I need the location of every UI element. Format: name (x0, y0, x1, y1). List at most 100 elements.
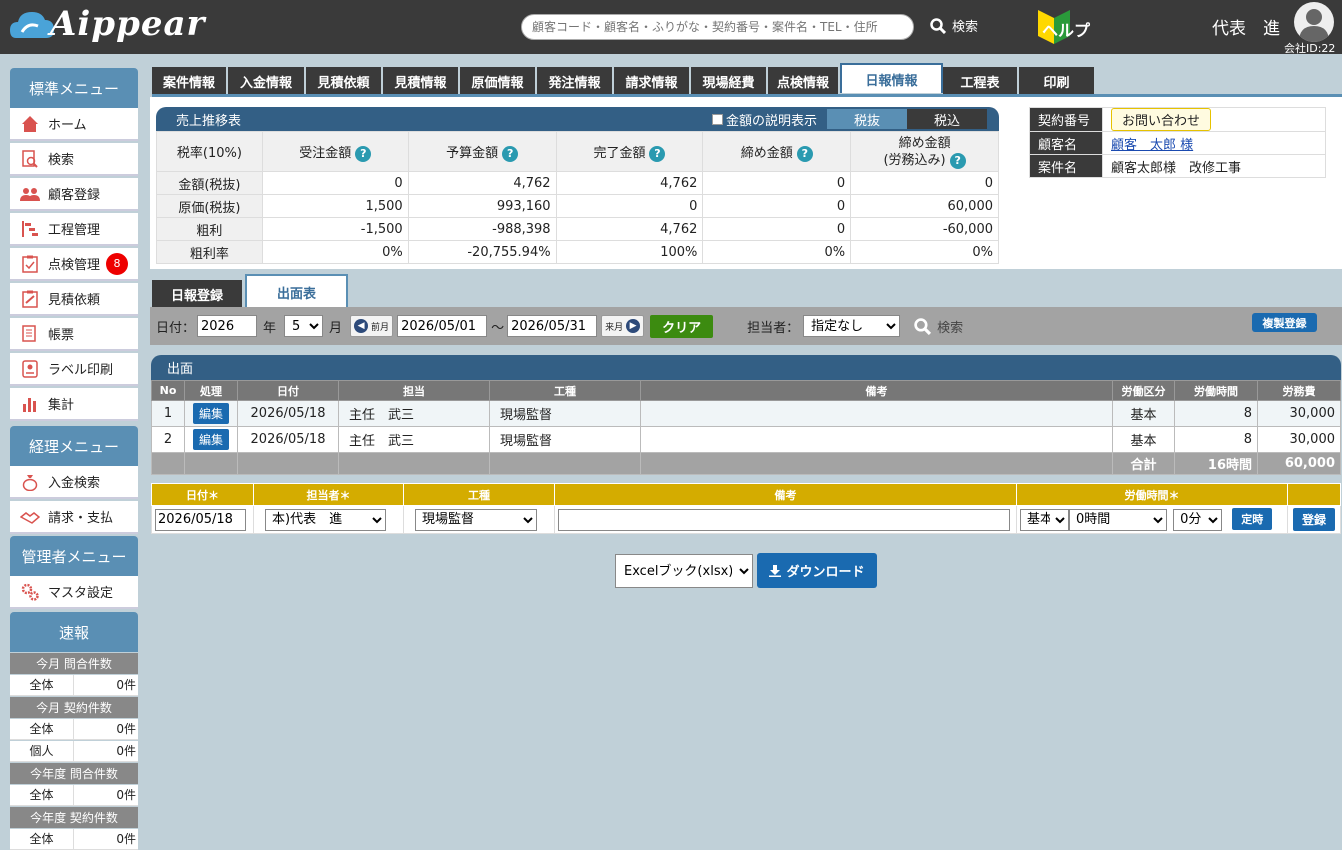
app-logo-text[interactable]: Aippear (50, 4, 205, 44)
tab-inspection-info[interactable]: 点検情報 (768, 67, 840, 95)
empty-cell (151, 452, 185, 475)
sidebar-item-customer-register[interactable]: 顧客登録 (10, 178, 138, 211)
cell: -20,755.94% (407, 240, 557, 264)
customer-cell: 顧客 太郎 様 (1102, 131, 1326, 155)
column-header: 工種 (489, 380, 641, 401)
tab-cost-info[interactable]: 原価情報 (460, 67, 537, 95)
row-no: 2 (151, 426, 185, 453)
entry-header-row: 日付＊ 担当者＊ 工種 備考 労働時間＊ (151, 483, 1341, 506)
sidebar-item-summary[interactable]: 集計 (10, 388, 138, 421)
customer-link[interactable]: 顧客 太郎 様 (1111, 138, 1193, 153)
filter-search-button[interactable]: 検索 (914, 317, 963, 336)
attendance-header-row: No 処理 日付 担当 工種 備考 労働区分 労働時間 労務費 (151, 380, 1341, 401)
sidebar-item-label: 帳票 (48, 328, 75, 343)
tab-estimate-request[interactable]: 見積依頼 (306, 67, 383, 95)
tab-order-info[interactable]: 発注情報 (537, 67, 614, 95)
help-icon[interactable]: ? (649, 145, 666, 162)
sidebar-item-billing[interactable]: 請求・支払 (10, 501, 138, 534)
entry-staff-cell: 本)代表 進 (253, 505, 404, 534)
row-label: 金額(税抜) (156, 171, 263, 195)
entry-date-input[interactable] (155, 508, 246, 531)
sidebar-item-label-print[interactable]: ラベル印刷 (10, 353, 138, 386)
tax-included-toggle[interactable]: 税込 (907, 109, 987, 129)
sidebar-item-estimate-request[interactable]: 見積依頼 (10, 283, 138, 316)
tab-billing-info[interactable]: 請求情報 (614, 67, 691, 95)
sales-row: 粗利率 0% -20,755.94% 100% 0% 0% (156, 240, 999, 264)
entry-minutes-select[interactable]: 0分 (1173, 508, 1223, 531)
row-work: 現場監督 (489, 426, 641, 453)
entry-note-input[interactable] (558, 508, 1010, 531)
empty-cell (237, 452, 339, 475)
sidebar-item-label: 集計 (48, 398, 75, 413)
user-name[interactable]: 代表 進 (1212, 14, 1280, 39)
tab-print[interactable]: 印刷 (1019, 67, 1096, 95)
entry-hours-select[interactable]: 0時間 (1069, 508, 1167, 531)
explain-checkbox[interactable]: 金額の説明表示 (711, 110, 817, 129)
tab-project-info[interactable]: 案件情報 (152, 67, 228, 95)
help-icon[interactable]: ? (502, 145, 519, 162)
export-format-select[interactable]: Excelブック(xlsx) (615, 554, 753, 588)
year-input[interactable] (197, 315, 258, 337)
sidebar-item-master-settings[interactable]: マスタ設定 (10, 576, 138, 609)
register-button[interactable]: 登録 (1292, 508, 1335, 531)
checkbox-box[interactable] (711, 113, 723, 125)
cell: 0% (261, 240, 409, 264)
contract-info-table: 契約番号 お問い合わせ 顧客名 顧客 太郎 様 案件名 顧客太郎様 改修工事 (1029, 107, 1326, 178)
stat-label: 全体 (10, 675, 74, 695)
entry-work-select[interactable]: 現場監督 (415, 508, 537, 531)
prev-month-button[interactable]: ◀ 前月 (350, 315, 394, 337)
month-select[interactable]: 5 (284, 315, 324, 337)
subtab-attendance[interactable]: 出面表 (245, 274, 348, 308)
avatar[interactable] (1294, 2, 1334, 42)
copy-register-button[interactable]: 複製登録 (1252, 313, 1317, 332)
sidebar-item-inspection[interactable]: 点検管理 8 (10, 248, 138, 281)
notification-badge: 8 (106, 252, 129, 275)
help-link[interactable]: ヘルプ (1042, 17, 1090, 41)
chart-icon (20, 394, 40, 414)
next-month-button[interactable]: 来月 ▶ (601, 315, 645, 337)
cell: 0 (702, 217, 852, 241)
staff-select[interactable]: 指定なし (803, 315, 901, 337)
customer-label: 顧客名 (1029, 131, 1103, 155)
tab-schedule[interactable]: 工程表 (943, 67, 1019, 95)
row-cost: 30,000 (1257, 400, 1341, 427)
entry-category-select[interactable]: 基本 (1020, 508, 1069, 531)
sidebar-item-process[interactable]: 工程管理 (10, 213, 138, 246)
tab-payment-info[interactable]: 入金情報 (228, 67, 306, 95)
entry-staff-select[interactable]: 本)代表 進 (265, 508, 386, 531)
tax-excluded-toggle[interactable]: 税抜 (827, 109, 907, 129)
total-hours: 16時間 (1174, 452, 1258, 475)
help-icon[interactable]: ? (796, 145, 813, 162)
cell: 4,762 (407, 171, 557, 195)
sidebar-item-label: 見積依頼 (48, 293, 101, 308)
help-icon[interactable]: ? (949, 152, 966, 169)
company-id: 会社ID:22 (1284, 42, 1336, 55)
from-date-input[interactable] (397, 315, 488, 337)
to-date-input[interactable] (507, 315, 598, 337)
fixed-time-button[interactable]: 定時 (1232, 508, 1273, 531)
contract-number-cell: お問い合わせ (1102, 107, 1326, 132)
download-button[interactable]: ダウンロード (757, 553, 877, 588)
clipboard-edit-icon (20, 289, 40, 309)
help-icon[interactable]: ? (355, 145, 372, 162)
clear-button[interactable]: クリア (650, 314, 714, 338)
edit-button[interactable]: 編集 (192, 403, 229, 424)
sidebar-item-label: 工程管理 (48, 223, 101, 238)
sidebar-item-forms[interactable]: 帳票 (10, 318, 138, 351)
tab-daily-report[interactable]: 日報情報 (840, 63, 943, 93)
staff-label: 担当者： (747, 320, 800, 336)
subtab-daily-register[interactable]: 日報登録 (152, 280, 242, 308)
tab-estimate-info[interactable]: 見積情報 (383, 67, 460, 95)
sidebar-item-home[interactable]: ホーム (10, 108, 138, 141)
column-header: 工種 (403, 483, 555, 506)
column-header: 労働時間 (1174, 380, 1258, 401)
label-icon (20, 359, 40, 379)
edit-button[interactable]: 編集 (192, 429, 229, 450)
inquiry-button[interactable]: お問い合わせ (1111, 108, 1212, 131)
project-value: 顧客太郎様 改修工事 (1102, 154, 1326, 178)
sidebar-item-payment-search[interactable]: 入金検索 (10, 466, 138, 499)
global-search-button[interactable]: 検索 (930, 16, 978, 35)
tab-site-expense[interactable]: 現場経費 (691, 67, 768, 95)
global-search-input[interactable] (521, 14, 914, 40)
sidebar-item-search[interactable]: 検索 (10, 143, 138, 176)
